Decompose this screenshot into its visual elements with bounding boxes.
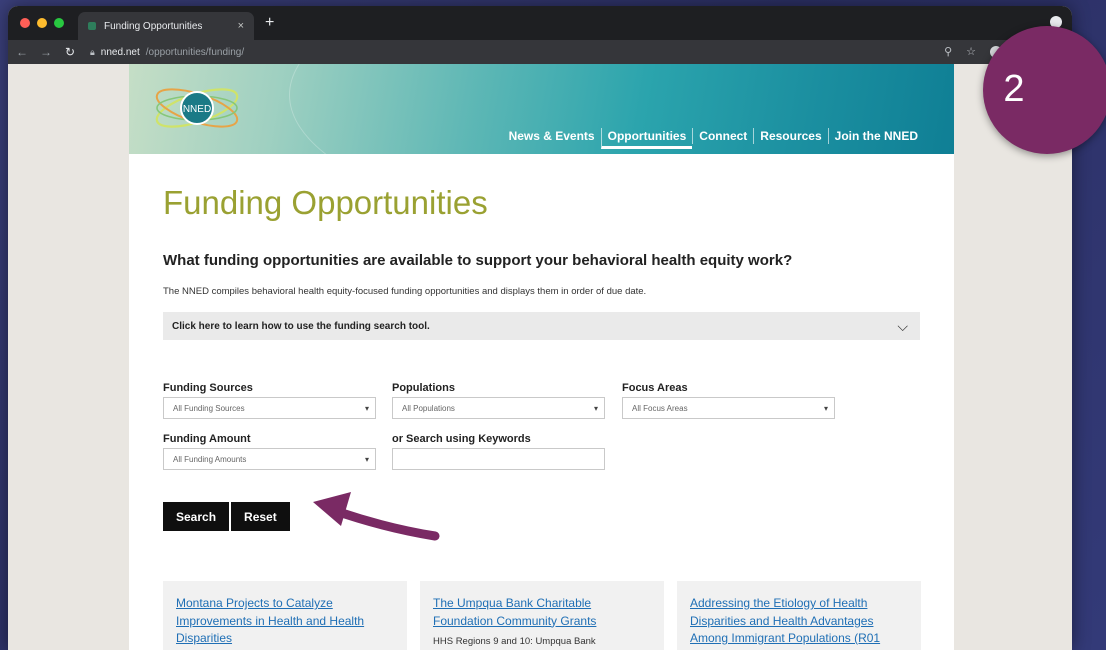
result-snippet: HHS Regions 9 and 10: Umpqua Bank bbox=[433, 636, 596, 647]
funding-sources-value: All Funding Sources bbox=[173, 403, 245, 413]
chevron-down-icon: ▾ bbox=[823, 403, 828, 413]
site-header: NNED News & Events Opportunities Connect… bbox=[129, 64, 954, 154]
focus-areas-field: Focus Areas All Focus Areas ▾ bbox=[622, 382, 835, 419]
reload-icon[interactable]: ↻ bbox=[64, 45, 76, 59]
step-badge: 2 bbox=[983, 26, 1106, 154]
populations-value: All Populations bbox=[402, 403, 455, 413]
tab-strip: Funding Opportunities × + bbox=[8, 6, 1072, 40]
result-title-link[interactable]: Addressing the Etiology of Health Dispar… bbox=[690, 595, 908, 648]
search-button[interactable]: Search bbox=[163, 502, 230, 531]
zoom-icon[interactable]: ⚲ bbox=[944, 45, 952, 58]
browser-tab[interactable]: Funding Opportunities × bbox=[78, 12, 254, 40]
close-window-button[interactable] bbox=[20, 18, 30, 28]
results-list: Montana Projects to Catalyze Improvement… bbox=[163, 581, 921, 650]
pointer-arrow-icon bbox=[313, 492, 440, 541]
step-number: 2 bbox=[1003, 67, 1025, 110]
browser-window: Funding Opportunities × + ← → ↻ 🔒︎ nned.… bbox=[8, 6, 1072, 650]
url-host: nned.net bbox=[100, 46, 140, 58]
chevron-down-icon: ▾ bbox=[364, 454, 369, 464]
funding-sources-label: Funding Sources bbox=[163, 382, 253, 394]
page-viewport: NNED News & Events Opportunities Connect… bbox=[8, 64, 1072, 650]
favicon-icon bbox=[88, 22, 96, 30]
section-question: What funding opportunities are available… bbox=[163, 252, 793, 269]
tab-title: Funding Opportunities bbox=[104, 20, 203, 32]
nned-logo-icon[interactable]: NNED bbox=[151, 78, 243, 138]
chevron-down-icon: ▾ bbox=[364, 403, 369, 413]
nav-join-nned[interactable]: Join the NNED bbox=[827, 128, 924, 144]
maximize-window-button[interactable] bbox=[54, 18, 64, 28]
logo-text: NNED bbox=[183, 104, 211, 115]
populations-select[interactable]: All Populations ▾ bbox=[392, 397, 605, 419]
lock-icon: 🔒︎ bbox=[90, 46, 95, 57]
accordion-label: Click here to learn how to use the fundi… bbox=[172, 320, 430, 332]
populations-field: Populations All Populations ▾ bbox=[392, 382, 605, 419]
nav-news-events[interactable]: News & Events bbox=[503, 128, 601, 144]
web-page: NNED News & Events Opportunities Connect… bbox=[129, 64, 954, 650]
nav-resources[interactable]: Resources bbox=[753, 128, 827, 144]
focus-areas-value: All Focus Areas bbox=[632, 403, 688, 413]
result-card: Addressing the Etiology of Health Dispar… bbox=[677, 581, 921, 650]
chevron-down-icon: ▾ bbox=[593, 403, 598, 413]
focus-areas-select[interactable]: All Focus Areas ▾ bbox=[622, 397, 835, 419]
result-card: The Umpqua Bank Charitable Foundation Co… bbox=[420, 581, 664, 650]
minimize-window-button[interactable] bbox=[37, 18, 47, 28]
window-controls bbox=[20, 18, 64, 28]
new-tab-button[interactable]: + bbox=[265, 14, 274, 32]
funding-sources-select[interactable]: All Funding Sources ▾ bbox=[163, 397, 376, 419]
funding-amount-label: Funding Amount bbox=[163, 433, 251, 445]
funding-amount-field: Funding Amount All Funding Amounts ▾ bbox=[163, 433, 376, 470]
intro-text: The NNED compiles behavioral health equi… bbox=[163, 286, 647, 297]
form-actions: Search Reset bbox=[163, 502, 920, 531]
star-icon[interactable]: ☆ bbox=[966, 45, 976, 58]
filter-form: Funding Sources All Funding Sources ▾ Po… bbox=[163, 382, 920, 478]
funding-amount-select[interactable]: All Funding Amounts ▾ bbox=[163, 448, 376, 470]
keywords-label: or Search using Keywords bbox=[392, 433, 531, 445]
main-content: Funding Opportunities What funding oppor… bbox=[129, 184, 954, 531]
result-title-link[interactable]: Montana Projects to Catalyze Improvement… bbox=[176, 595, 394, 648]
chevron-down-icon: ⌵ bbox=[897, 317, 908, 334]
populations-label: Populations bbox=[392, 382, 455, 394]
tab-close-icon[interactable]: × bbox=[238, 20, 244, 32]
search-help-accordion[interactable]: Click here to learn how to use the fundi… bbox=[163, 312, 920, 340]
nav-connect[interactable]: Connect bbox=[692, 128, 753, 144]
address-bar[interactable]: 🔒︎ nned.net/opportunities/funding/ bbox=[90, 47, 244, 58]
reset-button[interactable]: Reset bbox=[231, 502, 290, 531]
funding-sources-field: Funding Sources All Funding Sources ▾ bbox=[163, 382, 376, 419]
page-title: Funding Opportunities bbox=[163, 184, 488, 221]
browser-toolbar: ← → ↻ 🔒︎ nned.net/opportunities/funding/… bbox=[8, 40, 1072, 64]
funding-amount-value: All Funding Amounts bbox=[173, 454, 247, 464]
focus-areas-label: Focus Areas bbox=[622, 382, 688, 394]
back-icon[interactable]: ← bbox=[16, 45, 28, 59]
url-path: /opportunities/funding/ bbox=[145, 46, 245, 58]
main-navigation: News & Events Opportunities Connect Reso… bbox=[503, 128, 924, 149]
result-title-link[interactable]: The Umpqua Bank Charitable Foundation Co… bbox=[433, 595, 651, 630]
result-card: Montana Projects to Catalyze Improvement… bbox=[163, 581, 407, 650]
keywords-input[interactable] bbox=[392, 448, 605, 470]
forward-icon[interactable]: → bbox=[40, 45, 52, 59]
nav-opportunities[interactable]: Opportunities bbox=[600, 128, 693, 149]
keywords-field: or Search using Keywords bbox=[392, 433, 605, 470]
